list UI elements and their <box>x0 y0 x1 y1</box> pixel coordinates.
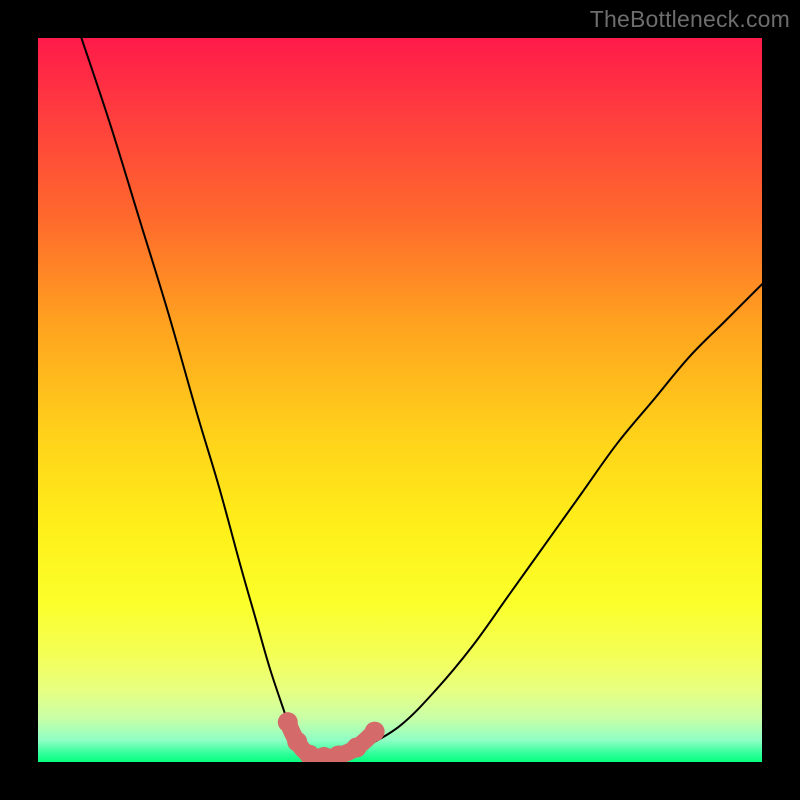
marker-left-1 <box>278 712 298 732</box>
marker-right-1 <box>347 738 367 758</box>
marker-right-2 <box>365 722 385 742</box>
curve-segment <box>81 38 313 758</box>
bottleneck-curve-svg <box>38 38 762 762</box>
chart-frame: TheBottleneck.com <box>0 0 800 800</box>
watermark-text: TheBottleneck.com <box>590 6 790 33</box>
curve-segment <box>313 284 762 758</box>
plot-area <box>38 38 762 762</box>
